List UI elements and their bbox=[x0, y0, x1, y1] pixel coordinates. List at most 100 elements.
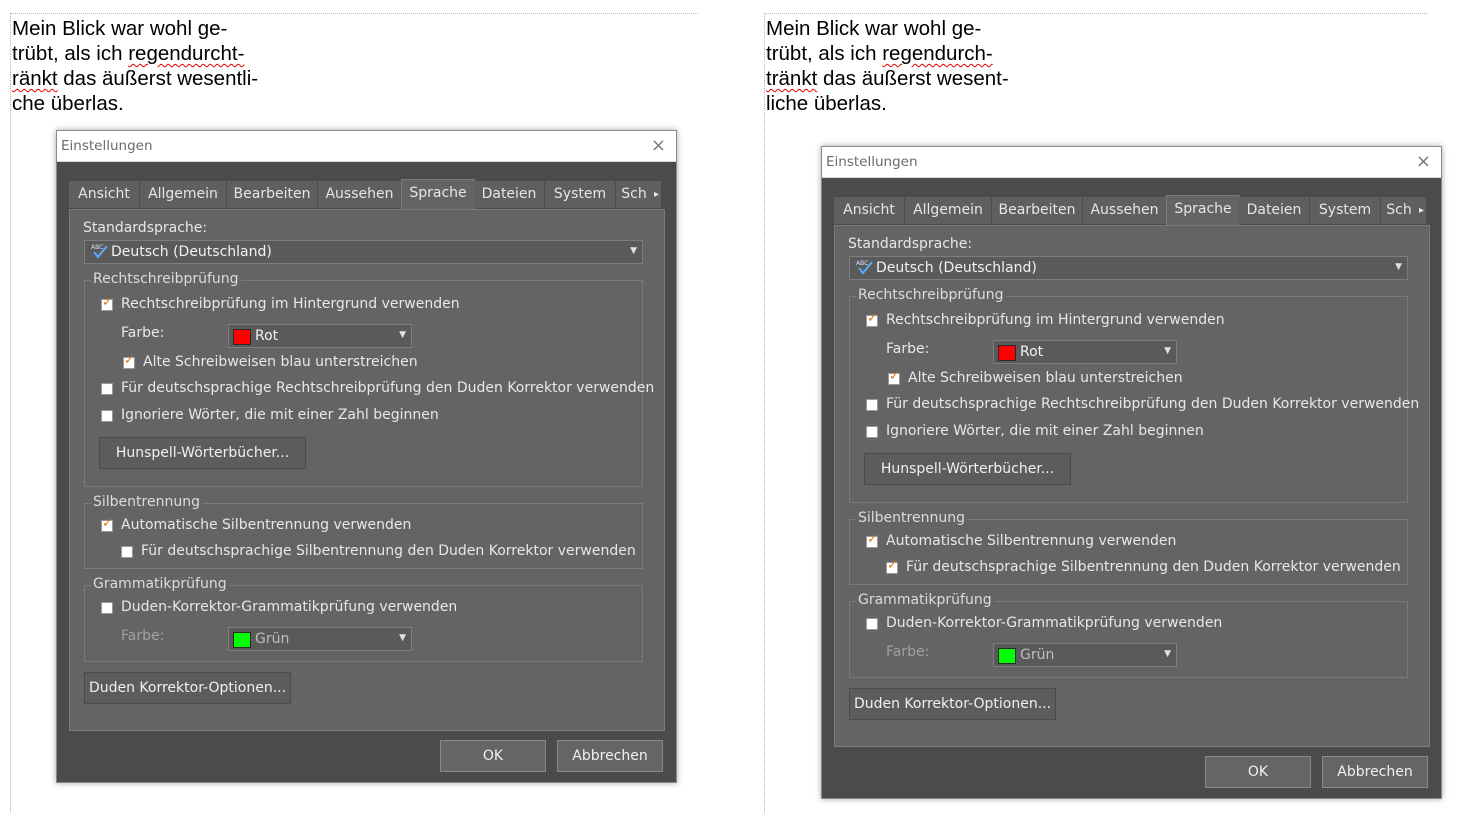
doc-line: Mein Blick war wohl ge- bbox=[766, 17, 982, 40]
cancel-button[interactable]: Abbrechen bbox=[1322, 756, 1428, 788]
grammar-color-label: Farbe: bbox=[886, 644, 930, 660]
bg-spellcheck-checkbox[interactable] bbox=[866, 311, 878, 327]
grammar-color-select[interactable]: Grün ▼ bbox=[228, 627, 412, 651]
spellcheck-group-title: Rechtschreibprüfung bbox=[856, 287, 1006, 303]
duden-spell-checkbox[interactable] bbox=[866, 399, 878, 411]
duden-hyphen-label: Für deutschsprachige Silbentrennung den … bbox=[906, 559, 1401, 575]
color-swatch bbox=[233, 632, 251, 648]
doc-line: trübt, als ich regendurch- bbox=[766, 42, 993, 65]
page-boundary-top bbox=[10, 13, 698, 14]
left-pane: Mein Blick war wohl ge- trübt, als ich r… bbox=[0, 0, 728, 813]
tab-ansicht[interactable]: Ansicht bbox=[69, 181, 140, 208]
old-spellings-checkbox[interactable] bbox=[888, 369, 900, 385]
auto-hyphen-checkbox[interactable] bbox=[866, 532, 878, 548]
spell-color-label: Farbe: bbox=[121, 325, 165, 341]
tab-system[interactable]: System bbox=[1310, 197, 1381, 224]
tab-sprache[interactable]: Sprache bbox=[401, 179, 475, 211]
misspelled-word: regendurch- bbox=[882, 42, 993, 65]
duden-options-button[interactable]: Duden Korrektor-Optionen... bbox=[849, 688, 1056, 720]
ignore-numbers-checkbox[interactable] bbox=[101, 410, 113, 422]
svg-text:ABC: ABC bbox=[91, 244, 103, 251]
duden-hyphen-checkbox[interactable] bbox=[121, 546, 133, 558]
chevron-down-icon: ▼ bbox=[1164, 649, 1171, 659]
close-icon[interactable]: × bbox=[651, 135, 666, 156]
page-boundary-left bbox=[764, 13, 765, 813]
tab-allgemein[interactable]: Allgemein bbox=[140, 181, 227, 208]
old-spellings-label: Alte Schreibweisen blau unterstreichen bbox=[908, 370, 1183, 386]
tab-sch[interactable]: Sch bbox=[1381, 197, 1418, 224]
standard-language-select[interactable]: ABC Deutsch (Deutschland) ▼ bbox=[84, 240, 643, 264]
auto-hyphen-checkbox[interactable] bbox=[101, 516, 113, 532]
duden-spell-label: Für deutschsprachige Rechtschreibprüfung… bbox=[121, 380, 655, 396]
doc-line: Mein Blick war wohl ge- bbox=[12, 17, 228, 40]
dialog-title: Einstellungen bbox=[826, 154, 918, 170]
settings-dialog: Einstellungen × Ansicht Allgemein Bearbe… bbox=[821, 146, 1442, 799]
tab-bearbeiten[interactable]: Bearbeiten bbox=[227, 181, 318, 208]
tab-sch[interactable]: Sch bbox=[616, 181, 653, 208]
spell-color-select[interactable]: Rot ▼ bbox=[993, 340, 1177, 364]
hunspell-button[interactable]: Hunspell-Wörterbücher... bbox=[99, 437, 306, 469]
tab-bar: Ansicht Allgemein Bearbeiten Aussehen Sp… bbox=[834, 195, 1427, 227]
close-icon[interactable]: × bbox=[1416, 151, 1431, 172]
tab-aussehen[interactable]: Aussehen bbox=[318, 181, 402, 208]
ok-button[interactable]: OK bbox=[1205, 756, 1311, 788]
spellcheck-group: Rechtschreibprüfung Rechtschreibprüfung … bbox=[849, 287, 1419, 503]
ignore-numbers-label: Ignoriere Wörter, die mit einer Zahl beg… bbox=[121, 407, 439, 423]
duden-grammar-checkbox[interactable] bbox=[101, 602, 113, 614]
doc-line: tränkt das äußerst wesent- bbox=[766, 67, 1009, 90]
doc-line: trübt, als ich regendurcht- bbox=[12, 42, 245, 65]
ok-button[interactable]: OK bbox=[440, 740, 546, 772]
dialog-titlebar: Einstellungen × bbox=[822, 147, 1441, 178]
grammar-group-title: Grammatikprüfung bbox=[856, 592, 994, 608]
standard-language-label: Standardsprache: bbox=[83, 220, 208, 236]
duden-spell-checkbox[interactable] bbox=[101, 383, 113, 395]
chevron-down-icon: ▼ bbox=[399, 330, 406, 340]
duden-hyphen-label: Für deutschsprachige Silbentrennung den … bbox=[141, 543, 636, 559]
duden-spell-label: Für deutschsprachige Rechtschreibprüfung… bbox=[886, 396, 1420, 412]
misspelled-word: ränkt bbox=[12, 67, 58, 90]
doc-line: liche überlas. bbox=[766, 92, 887, 115]
grammar-color-select[interactable]: Grün ▼ bbox=[993, 643, 1177, 667]
chevron-down-icon: ▼ bbox=[630, 246, 637, 256]
tab-aussehen[interactable]: Aussehen bbox=[1083, 197, 1167, 224]
hyphenation-group-title: Silbentrennung bbox=[91, 494, 202, 510]
tab-bar: Ansicht Allgemein Bearbeiten Aussehen Sp… bbox=[69, 179, 662, 211]
page-boundary-left bbox=[10, 13, 11, 813]
misspelled-word: regendurcht- bbox=[128, 42, 245, 65]
color-swatch bbox=[998, 648, 1016, 664]
tab-sprache[interactable]: Sprache bbox=[1166, 195, 1240, 227]
duden-grammar-checkbox[interactable] bbox=[866, 618, 878, 630]
spell-color-label: Farbe: bbox=[886, 341, 930, 357]
tab-bearbeiten[interactable]: Bearbeiten bbox=[992, 197, 1083, 224]
hunspell-button[interactable]: Hunspell-Wörterbücher... bbox=[864, 453, 1071, 485]
spell-color-select[interactable]: Rot ▼ bbox=[228, 324, 412, 348]
old-spellings-checkbox[interactable] bbox=[123, 353, 135, 369]
right-pane: Mein Blick war wohl ge- trübt, als ich r… bbox=[754, 0, 1457, 813]
tab-dateien[interactable]: Dateien bbox=[1239, 197, 1310, 224]
grammar-group-title: Grammatikprüfung bbox=[91, 576, 229, 592]
dialog-titlebar: Einstellungen × bbox=[57, 131, 676, 162]
dialog-title: Einstellungen bbox=[61, 138, 153, 154]
tab-system[interactable]: System bbox=[545, 181, 616, 208]
cancel-button[interactable]: Abbrechen bbox=[557, 740, 663, 772]
tab-ansicht[interactable]: Ansicht bbox=[834, 197, 905, 224]
standard-language-select[interactable]: ABC Deutsch (Deutschland) ▼ bbox=[849, 256, 1408, 280]
document-text[interactable]: Mein Blick war wohl ge- trübt, als ich r… bbox=[12, 16, 258, 116]
spellcheck-language-icon: ABC bbox=[91, 244, 108, 259]
spellcheck-language-icon: ABC bbox=[856, 260, 873, 275]
spellcheck-group: Rechtschreibprüfung Rechtschreibprüfung … bbox=[84, 271, 654, 487]
bg-spellcheck-checkbox[interactable] bbox=[101, 295, 113, 311]
grammar-group: Grammatikprüfung Duden-Korrektor-Grammat… bbox=[849, 592, 1408, 678]
tab-content: Standardsprache: ABC Deutsch (Deutschlan… bbox=[834, 225, 1430, 747]
tab-allgemein[interactable]: Allgemein bbox=[905, 197, 992, 224]
grammar-group: Grammatikprüfung Duden-Korrektor-Grammat… bbox=[84, 576, 643, 662]
document-text[interactable]: Mein Blick war wohl ge- trübt, als ich r… bbox=[766, 16, 1009, 116]
chevron-down-icon: ▼ bbox=[399, 633, 406, 643]
tab-scroll-right-icon[interactable]: ▸ bbox=[1417, 197, 1427, 224]
tab-dateien[interactable]: Dateien bbox=[474, 181, 545, 208]
doc-line: ränkt das äußerst wesentli- bbox=[12, 67, 259, 90]
duden-options-button[interactable]: Duden Korrektor-Optionen... bbox=[84, 672, 291, 704]
duden-hyphen-checkbox[interactable] bbox=[886, 558, 898, 574]
ignore-numbers-checkbox[interactable] bbox=[866, 426, 878, 438]
tab-scroll-right-icon[interactable]: ▸ bbox=[652, 181, 662, 208]
